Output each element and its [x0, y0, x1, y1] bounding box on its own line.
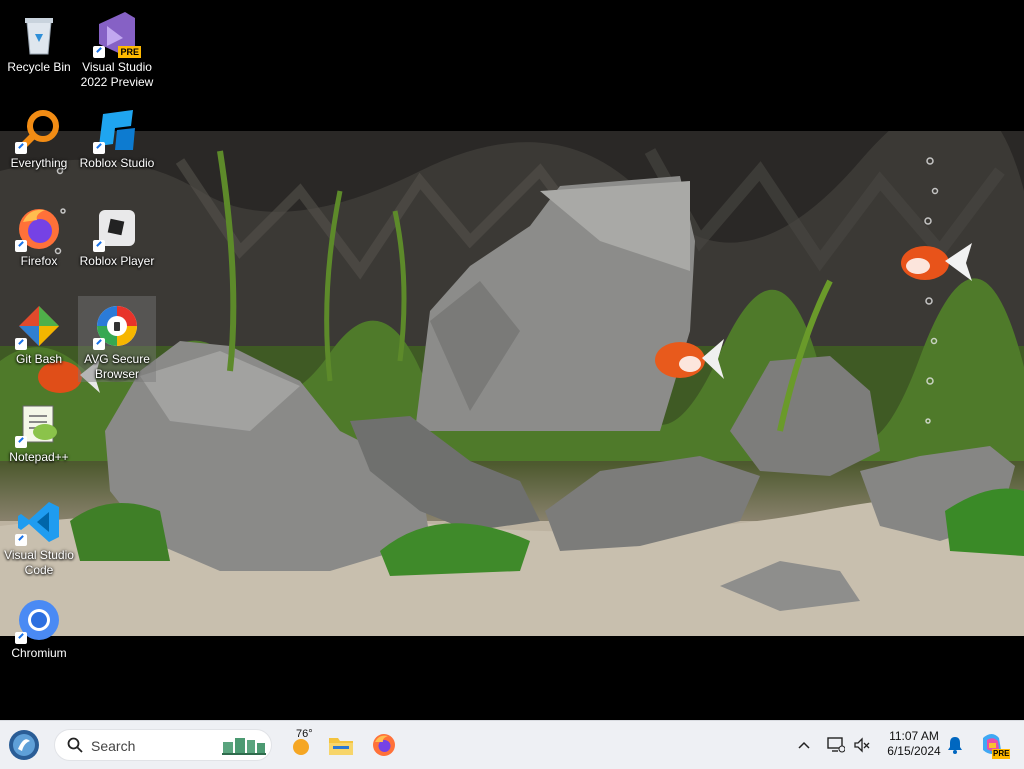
shortcut-arrow-icon — [93, 240, 105, 252]
icon-label: Everything — [10, 156, 68, 170]
notepad-plus-plus-icon — [15, 400, 63, 448]
weather-temperature: 76° — [296, 728, 313, 740]
desktop-icon-visual-studio-code[interactable]: Visual Studio Code — [0, 492, 78, 578]
desktop-icon-notepad-plus-plus[interactable]: Notepad++ — [0, 394, 78, 466]
file-explorer-icon — [329, 738, 353, 755]
start-orb-icon — [9, 730, 39, 760]
roblox-player-icon — [93, 204, 141, 252]
desktop-icon-visual-studio-2022-preview[interactable]: PRE Visual Studio 2022 Preview — [78, 4, 156, 90]
chevron-up-icon — [798, 741, 810, 749]
recycle-bin-icon — [15, 10, 63, 58]
bell-icon — [948, 737, 962, 754]
vscode-icon — [15, 498, 63, 546]
start-button[interactable] — [8, 729, 40, 761]
clock[interactable]: 11:07 AM 6/15/2024 — [880, 729, 948, 759]
show-hidden-icons-button[interactable] — [789, 729, 819, 761]
weather-widget[interactable]: 76° — [284, 728, 318, 761]
taskbar-firefox[interactable] — [368, 729, 400, 761]
search-box[interactable]: Search — [54, 729, 272, 761]
desktop[interactable]: Recycle Bin PRE Visual Studio 2022 Previ… — [0, 0, 1024, 720]
shortcut-arrow-icon — [15, 240, 27, 252]
icon-label: Firefox — [20, 254, 58, 268]
network-status[interactable] — [822, 729, 850, 761]
firefox-icon — [15, 204, 63, 252]
desktop-icon-roblox-player[interactable]: Roblox Player — [78, 198, 156, 270]
notifications-button[interactable] — [942, 729, 968, 761]
copilot-button[interactable]: PRE — [976, 729, 1011, 761]
taskbar: Search 76° 11:07 AM 6/15/2024 PRE — [0, 720, 1024, 769]
search-icon — [67, 737, 83, 753]
preview-badge: PRE — [118, 46, 141, 58]
copilot-preview-badge: PRE — [992, 749, 1011, 759]
icon-label: Chromium — [11, 646, 67, 660]
icon-label: Visual Studio Code — [4, 548, 74, 577]
avg-secure-browser-icon — [93, 302, 141, 350]
clock-time: 11:07 AM — [889, 729, 939, 743]
git-bash-icon — [15, 302, 63, 350]
icon-label: Roblox Studio — [79, 156, 155, 170]
shortcut-arrow-icon — [93, 338, 105, 350]
speaker-muted-icon — [854, 737, 870, 753]
search-highlight-icon — [222, 738, 266, 755]
shortcut-arrow-icon — [93, 46, 105, 58]
shortcut-arrow-icon — [15, 338, 27, 350]
desktop-icon-everything[interactable]: Everything — [0, 100, 78, 172]
shortcut-arrow-icon — [93, 142, 105, 154]
icon-label: Roblox Player — [79, 254, 155, 268]
volume-status[interactable] — [849, 729, 875, 761]
search-placeholder: Search — [91, 738, 136, 754]
icon-label: Recycle Bin — [7, 60, 71, 74]
shortcut-arrow-icon — [15, 534, 27, 546]
shortcut-arrow-icon — [15, 436, 27, 448]
desktop-icon-firefox[interactable]: Firefox — [0, 198, 78, 270]
desktop-icon-git-bash[interactable]: Git Bash — [0, 296, 78, 368]
icon-label: AVG Secure Browser — [84, 352, 150, 381]
shortcut-arrow-icon — [15, 632, 27, 644]
taskbar-file-explorer[interactable] — [325, 729, 357, 761]
desktop-icon-chromium[interactable]: Chromium — [0, 590, 78, 662]
clock-date: 6/15/2024 — [887, 744, 941, 758]
firefox-icon — [373, 734, 395, 756]
icon-label: Visual Studio 2022 Preview — [80, 60, 154, 89]
chromium-icon — [15, 596, 63, 644]
roblox-studio-icon — [93, 106, 141, 154]
desktop-icon-roblox-studio[interactable]: Roblox Studio — [78, 100, 156, 172]
icon-label: Notepad++ — [9, 450, 69, 464]
everything-search-icon — [15, 106, 63, 154]
shortcut-arrow-icon — [15, 142, 27, 154]
network-icon — [827, 737, 845, 753]
desktop-icon-avg-secure-browser[interactable]: AVG Secure Browser — [78, 296, 156, 382]
icon-label: Git Bash — [15, 352, 63, 366]
visual-studio-preview-icon: PRE — [93, 10, 141, 58]
desktop-icon-recycle-bin[interactable]: Recycle Bin — [0, 4, 78, 86]
